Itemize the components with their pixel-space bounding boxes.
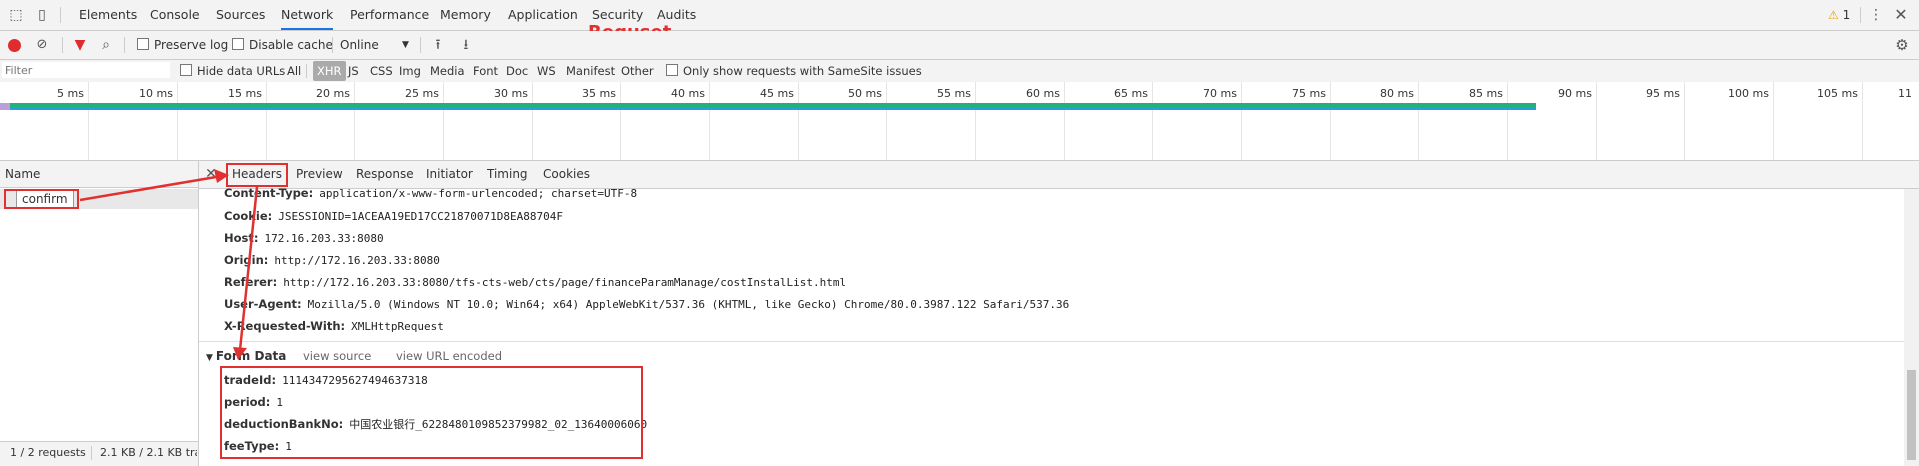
annotation-arrows <box>79 169 259 360</box>
arrowhead <box>214 169 229 183</box>
arrow-line <box>238 186 259 351</box>
arrowhead <box>233 347 247 360</box>
arrow-line <box>79 174 223 202</box>
